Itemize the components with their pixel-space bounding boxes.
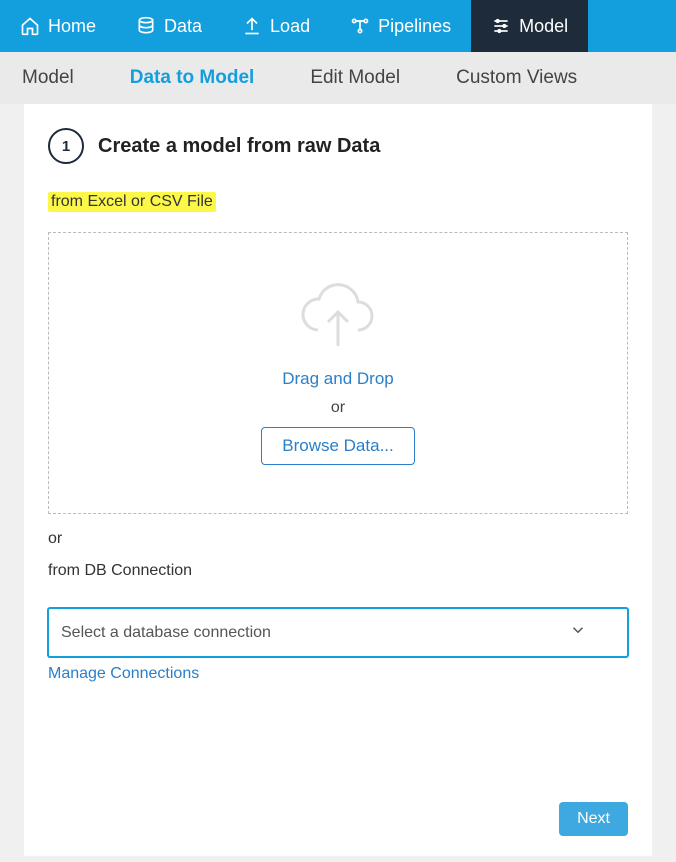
manage-connections-link[interactable]: Manage Connections xyxy=(48,665,199,683)
nav-data-label: Data xyxy=(164,16,202,37)
home-icon xyxy=(20,16,40,36)
database-icon xyxy=(136,16,156,36)
top-nav: Home Data Load Pipelines Model xyxy=(0,0,676,52)
db-connection-select[interactable]: Select a database connection xyxy=(48,608,628,657)
file-dropzone[interactable]: Drag and Drop or Browse Data... xyxy=(48,232,628,514)
file-section-label: from Excel or CSV File xyxy=(48,192,216,212)
chevron-down-icon xyxy=(569,621,587,644)
tab-custom-views[interactable]: Custom Views xyxy=(442,67,591,89)
db-select-placeholder: Select a database connection xyxy=(61,624,271,642)
db-select-wrap: Select a database connection Manage Conn… xyxy=(48,608,628,683)
nav-pipelines-label: Pipelines xyxy=(378,16,451,37)
tab-edit-model[interactable]: Edit Model xyxy=(296,67,414,89)
nav-load-label: Load xyxy=(270,16,310,37)
tab-data-to-model[interactable]: Data to Model xyxy=(116,67,269,89)
drop-text: Drag and Drop xyxy=(282,369,394,389)
browse-data-button[interactable]: Browse Data... xyxy=(261,427,415,465)
nav-home[interactable]: Home xyxy=(0,0,116,52)
nav-data[interactable]: Data xyxy=(116,0,222,52)
cloud-upload-icon xyxy=(298,282,378,359)
content-panel: 1 Create a model from raw Data from Exce… xyxy=(24,104,652,856)
step-title: Create a model from raw Data xyxy=(98,135,380,158)
drop-or-text: or xyxy=(331,399,345,417)
next-button[interactable]: Next xyxy=(559,802,628,836)
tab-model[interactable]: Model xyxy=(8,67,88,89)
nav-load[interactable]: Load xyxy=(222,0,330,52)
step-header: 1 Create a model from raw Data xyxy=(48,128,628,164)
nav-model-label: Model xyxy=(519,16,568,37)
upload-icon xyxy=(242,16,262,36)
nav-home-label: Home xyxy=(48,16,96,37)
sub-nav: Model Data to Model Edit Model Custom Vi… xyxy=(0,52,676,104)
nav-model[interactable]: Model xyxy=(471,0,588,52)
nav-pipelines[interactable]: Pipelines xyxy=(330,0,471,52)
db-section-label: from DB Connection xyxy=(48,562,628,580)
pipelines-icon xyxy=(350,16,370,36)
step-number: 1 xyxy=(48,128,84,164)
section-separator-or: or xyxy=(48,530,628,548)
model-icon xyxy=(491,16,511,36)
